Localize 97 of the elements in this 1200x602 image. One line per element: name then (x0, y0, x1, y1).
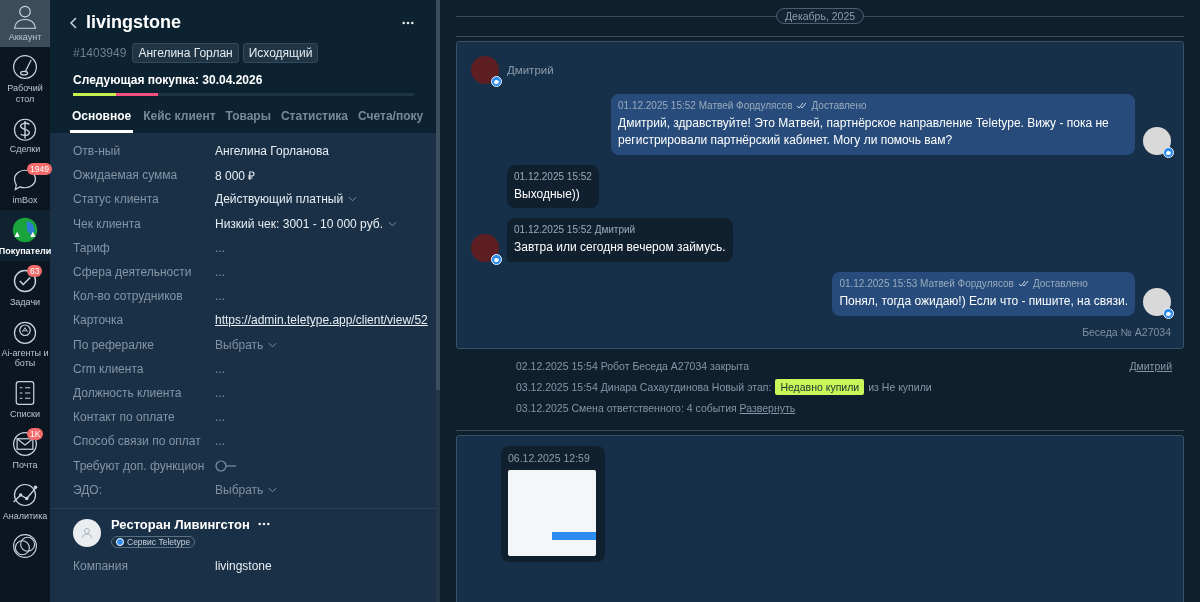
next-purchase: Следующая покупка: 30.04.2026 (73, 73, 264, 87)
avatar-placeholder (73, 519, 101, 548)
field-label: ЭДО: (73, 482, 104, 497)
more-icon[interactable] (402, 20, 414, 25)
field-label: Карточка (73, 313, 125, 328)
message-text: Понял, тогда ожидаю!) Если что - пишите, на связи. (839, 293, 1128, 310)
delivery-status: Доставлено (1032, 278, 1088, 290)
messenger-icon (491, 254, 502, 266)
message-meta: 01.12.2025 15:52 (514, 170, 592, 182)
tab[interactable]: Кейс клиент (143, 109, 216, 133)
field-label: Кол-во сотрудников (73, 289, 184, 304)
nav-item[interactable]: Сделки (0, 108, 50, 160)
caret-icon (268, 486, 278, 493)
field-value[interactable]: ... (215, 240, 225, 255)
tag: Исходящий (242, 43, 319, 63)
messenger-icon (1163, 308, 1174, 319)
field-label: Ожидаемая сумма (73, 168, 179, 183)
message-text: Выходные)) (514, 185, 581, 203)
message-meta: 01.12.2025 15:53 Матвей Фордулясов (839, 278, 1014, 290)
field-value[interactable]: ... (215, 289, 225, 304)
record-id: #1403949 (73, 46, 127, 60)
field-value: 8 000 ₽ (215, 167, 256, 184)
nav-item[interactable]: 1949 imBox (0, 159, 50, 210)
field-value[interactable]: ... (215, 410, 225, 425)
nav-item[interactable]: 63 Задачи (0, 260, 50, 312)
event-text: 03.12.2025 Смена ответственного: 4 события Развернуть (516, 402, 796, 415)
nav-item[interactable]: 1K Почта (0, 423, 50, 475)
field-label: По рефералке (73, 337, 155, 352)
double-check-icon (1017, 280, 1029, 288)
back-icon[interactable] (70, 16, 78, 29)
select-field[interactable]: Действующий платный (215, 192, 358, 207)
customers-icon (11, 216, 39, 244)
card-title: livingstone (86, 12, 182, 33)
messenger-icon (1163, 146, 1174, 158)
field-value: livingstone (215, 558, 272, 573)
field-value[interactable]: ... (215, 361, 225, 376)
message-meta: 01.12.2025 15:52 Матвей Фордулясов (618, 100, 793, 111)
message-text: Дмитрий, здравствуйте! Это Матвей, партнёрское направление Teletype. Вижу - пока не регистрировали партнёрский кабинет. Могу ли помочь вам? (618, 115, 1110, 149)
stage-tag: Недавно купили (775, 379, 865, 396)
company-name: Ресторан Ливингстон (111, 516, 250, 532)
select-field[interactable]: Выбрать (215, 337, 278, 352)
caret-icon (388, 220, 397, 227)
mail-icon (11, 429, 39, 458)
event-text: 03.12.2025 15:54 Динара Сахаутдинова Новый этап: (516, 381, 772, 394)
field-label: Статус клиента (73, 192, 160, 207)
field-label: Сфера деятельности (73, 265, 193, 280)
field-label: Компания (73, 558, 129, 573)
message-meta: 06.12.2025 12:59 (508, 452, 591, 464)
tab[interactable]: Счета/поку (358, 109, 424, 133)
date-divider: Декабрь, 2025 (775, 8, 865, 24)
select-field[interactable]: Низкий чек: 3001 - 10 000 руб. (215, 216, 397, 231)
field-value[interactable]: ... (215, 265, 225, 280)
tab[interactable]: Основное (70, 109, 134, 133)
image-thumbnail[interactable] (508, 470, 596, 556)
toggle-switch[interactable] (215, 459, 237, 472)
message-text: Завтра или сегодня вечером займусь. (514, 239, 726, 257)
messenger-icon (491, 76, 502, 87)
contact-name: Дмитрий (507, 64, 554, 76)
field-label: Чек клиента (73, 216, 142, 231)
nav-item[interactable]: Покупатели (0, 210, 50, 261)
event-text: 02.12.2025 15:54 Робот Беседа A27034 закрыта (516, 360, 750, 373)
tag: Ангелина Горлан (132, 43, 239, 63)
event-text: из Не купили (868, 381, 932, 394)
nav-item[interactable]: Списки (0, 373, 50, 424)
more-icon[interactable] (257, 522, 270, 527)
tab[interactable]: Статистика (280, 109, 348, 133)
count-badge: 63 (27, 264, 43, 277)
count-badge: 1K (27, 427, 44, 441)
field-label: Должность клиента (73, 385, 183, 400)
tab[interactable]: Товары (225, 109, 271, 133)
expand-link[interactable]: Развернуть (739, 402, 796, 415)
caret-icon (268, 341, 278, 348)
field-label: Тариф (73, 240, 111, 255)
field-value[interactable]: ... (215, 434, 225, 449)
delivery-status: Доставлено (811, 100, 867, 111)
count-badge: 1949 (27, 163, 52, 176)
double-check-icon (796, 102, 808, 109)
field-value[interactable]: ... (215, 385, 225, 400)
nav-item[interactable]: Аккаунт (0, 0, 50, 47)
field-label: Crm клиента (73, 361, 145, 376)
message-meta: 01.12.2025 15:52 Дмитрий (514, 224, 636, 236)
field-label: Способ связи по оплат (73, 434, 202, 449)
field-label: Контакт по оплате (73, 410, 176, 425)
select-field[interactable]: Выбрать (215, 482, 278, 497)
conversation-number: Беседа № A27034 (1082, 326, 1171, 338)
scrollbar-thumb[interactable] (436, 0, 440, 390)
nav-item[interactable]: Рабочий стол (0, 46, 50, 109)
contact-link[interactable]: Дмитрий (1129, 360, 1172, 373)
nav-item[interactable]: Аналитика (0, 474, 50, 526)
field-label: Отв-ный (73, 144, 122, 159)
nav-item[interactable]: Ai-агенты и боты (0, 311, 50, 374)
card-link[interactable]: https://admin.teletype.app/client/view/52 (215, 313, 428, 328)
circles-icon (11, 531, 39, 560)
gauge-icon (11, 52, 39, 81)
field-label: Требуют доп. функцион (73, 458, 206, 473)
caret-icon (348, 196, 358, 203)
field-value: Ангелина Горланова (215, 144, 329, 159)
